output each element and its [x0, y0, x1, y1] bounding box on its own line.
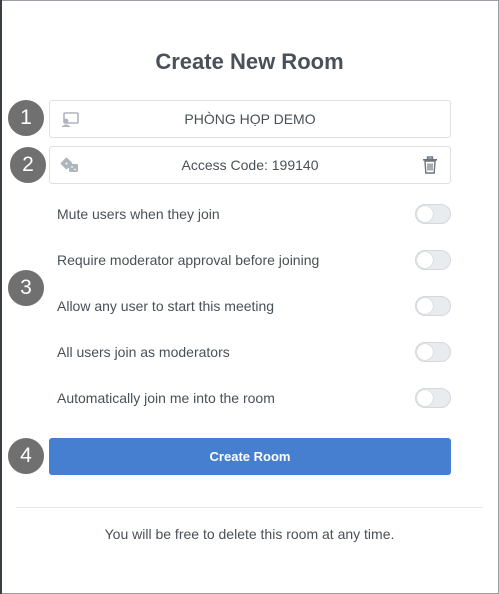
toggle-any-user-start[interactable]	[415, 296, 451, 316]
toggle-all-moderators[interactable]	[415, 342, 451, 362]
trash-icon[interactable]	[422, 156, 438, 174]
toggle-knob	[417, 206, 433, 222]
step-badge-1: 1	[6, 98, 46, 138]
option-label-all-moderators: All users join as moderators	[57, 344, 230, 360]
toggle-knob	[417, 298, 433, 314]
toggle-knob	[417, 344, 433, 360]
option-label-approval: Require moderator approval before joinin…	[57, 252, 320, 268]
option-label-mute: Mute users when they join	[57, 206, 220, 222]
option-label-auto-join: Automatically join me into the room	[57, 390, 275, 406]
room-name-field[interactable]: PHÒNG HỌP DEMO	[49, 100, 451, 138]
step-badge-2: 2	[8, 145, 48, 185]
toggle-mute-users[interactable]	[415, 204, 451, 224]
step-badge-4: 4	[6, 436, 46, 476]
access-code-text: Access Code: 199140	[181, 157, 319, 173]
access-code-field[interactable]: Access Code: 199140	[49, 146, 451, 184]
toggle-moderator-approval[interactable]	[415, 250, 451, 270]
toggle-knob	[417, 390, 433, 406]
window-edge	[0, 0, 2, 594]
step-badge-3: 3	[6, 268, 46, 308]
create-room-button[interactable]: Create Room	[49, 438, 451, 475]
toggle-auto-join[interactable]	[415, 388, 451, 408]
option-label-any-user-start: Allow any user to start this meeting	[57, 298, 275, 314]
toggle-knob	[417, 252, 433, 268]
footer-note: You will be free to delete this room at …	[104, 526, 395, 542]
room-name-value: PHÒNG HỌP DEMO	[184, 111, 316, 127]
dialog-title: Create New Room	[155, 49, 344, 74]
divider	[16, 507, 483, 508]
